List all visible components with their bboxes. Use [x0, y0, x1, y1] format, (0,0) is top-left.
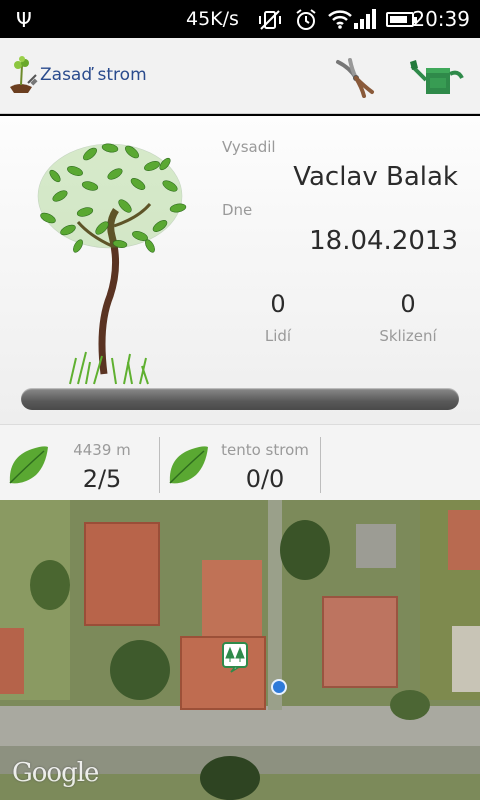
action-bar: Zasaď strom [0, 38, 480, 114]
tree-canopy [30, 560, 70, 610]
distance-value: 2/5 [82, 465, 122, 493]
clock: 20:39 [412, 7, 470, 31]
people-count: 0 [270, 290, 286, 318]
building-roof [322, 596, 398, 688]
building-roof [0, 628, 24, 694]
wifi-icon [328, 10, 352, 29]
date-value: 18.04.2013 [309, 226, 458, 256]
vibrate-off-icon [259, 10, 281, 30]
stats-strip: 4439 m 2/5 tento strom 0/0 [0, 424, 480, 500]
leaf-icon [169, 446, 208, 484]
planted-by-label: Vysadil [222, 138, 276, 156]
watering-can-icon[interactable] [410, 56, 466, 98]
tree-illustration [37, 143, 187, 385]
building-roof [356, 524, 396, 568]
building-roof [452, 626, 480, 692]
harvest-count: 0 [400, 290, 416, 318]
this-tree-value: 0/0 [245, 465, 285, 493]
building-roof [448, 510, 480, 570]
satellite-map[interactable]: Google [0, 500, 480, 800]
people-label: Lidí [264, 327, 292, 345]
tree-canopy [200, 756, 260, 800]
this-tree-label: tento strom [221, 441, 309, 459]
building-roof [202, 560, 262, 636]
alarm-icon [296, 9, 316, 30]
usb-icon: Ψ [16, 8, 32, 32]
my-location-icon [271, 679, 287, 695]
status-bar: Ψ 45K/s 20:39 [0, 0, 480, 38]
date-label: Dne [222, 201, 253, 219]
harvest-label: Sklizení [379, 327, 437, 345]
growth-progress-bar [21, 388, 459, 410]
signal-icon [352, 9, 378, 29]
pruning-shears-icon[interactable] [330, 56, 378, 98]
divider [320, 437, 321, 493]
tree-canopy [390, 690, 430, 720]
leaf-icon [9, 446, 48, 484]
google-logo: Google [12, 758, 99, 788]
building-roof [84, 522, 160, 626]
network-speed: 45K/s [186, 8, 239, 30]
tree-planting-icon[interactable] [6, 55, 38, 95]
planted-by-value: Vaclav Balak [293, 162, 458, 192]
forest-marker-icon[interactable] [222, 642, 248, 674]
tree-card: Vysadil Vaclav Balak Dne 18.04.2013 0 Li… [0, 116, 480, 424]
divider [159, 437, 160, 493]
tree-canopy [280, 520, 330, 580]
battery-icon [386, 12, 417, 27]
app-title[interactable]: Zasaď strom [40, 65, 147, 85]
tree-canopy [110, 640, 170, 700]
distance-label: 4439 m [73, 441, 131, 459]
